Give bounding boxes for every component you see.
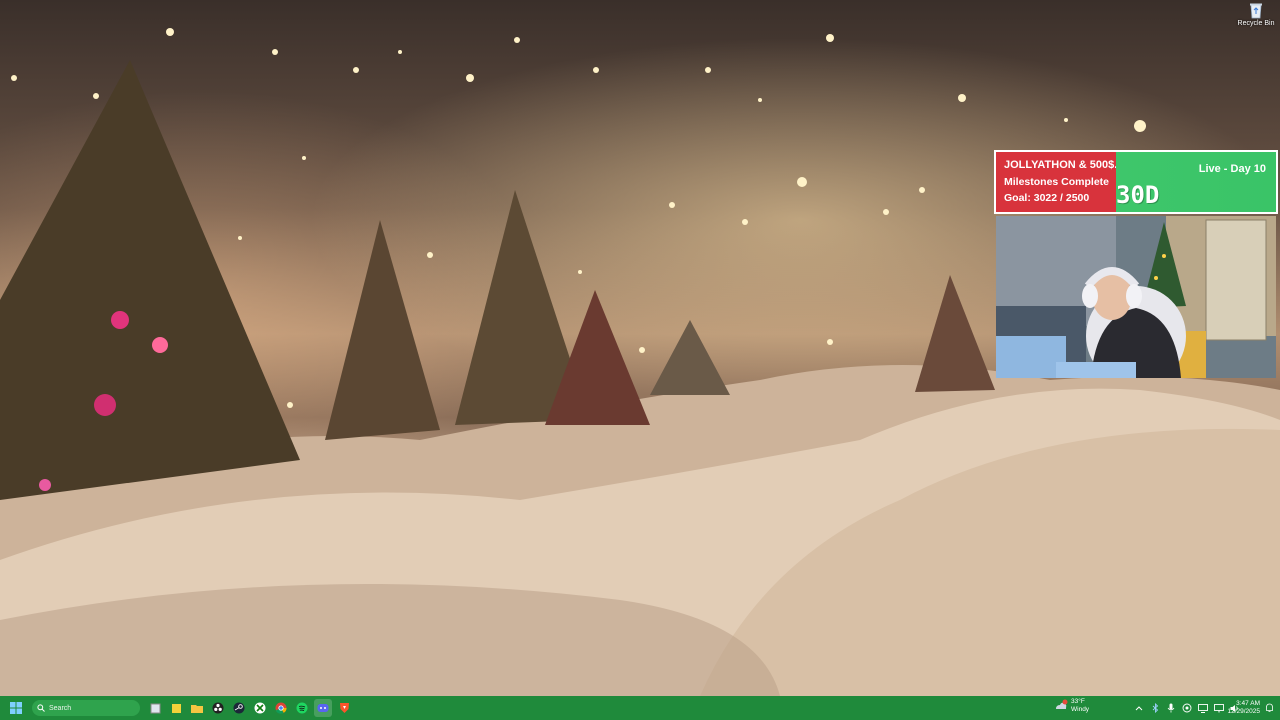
overlay-live-day: Live - Day 10 xyxy=(1198,163,1266,175)
spotify-icon xyxy=(296,702,308,714)
brave-icon xyxy=(339,703,349,713)
brave-button[interactable] xyxy=(335,699,353,717)
webcam-image xyxy=(996,216,1276,378)
weather-widget[interactable]: 33°F Windy xyxy=(1054,698,1089,714)
recycle-bin-icon xyxy=(1250,3,1262,19)
desktop-icon-recycle-bin[interactable]: Recycle Bin xyxy=(1236,2,1276,34)
discord-button[interactable] xyxy=(314,699,332,717)
steam-button[interactable] xyxy=(230,699,248,717)
chrome-button[interactable] xyxy=(272,699,290,717)
bluetooth-icon xyxy=(1152,703,1158,713)
task-view-icon xyxy=(150,703,160,713)
search-placeholder: Search xyxy=(49,704,72,712)
overlay-title: JOLLYATHON & 500$... xyxy=(1004,159,1124,171)
chevron-up-icon xyxy=(1135,706,1143,711)
taskbar: Search 33°F Windy 3:47 AM 12/29/2025 xyxy=(0,696,1280,720)
stream-goal-overlay: JOLLYATHON & 500$... Milestones Complete… xyxy=(994,150,1278,214)
display-button[interactable] xyxy=(1196,701,1210,715)
app-tray-icon xyxy=(1182,703,1192,713)
overlay-goal-panel: JOLLYATHON & 500$... Milestones Complete… xyxy=(996,152,1124,212)
sticky-notes-icon xyxy=(171,703,181,713)
task-view-button[interactable] xyxy=(146,699,164,717)
overlay-countdown-timer: 30D 04:17:49 xyxy=(1116,181,1232,212)
weather-condition: Windy xyxy=(1071,706,1090,713)
xbox-icon xyxy=(254,702,266,714)
webcam-feed xyxy=(996,216,1276,378)
steam-icon xyxy=(233,702,245,714)
pinned-apps xyxy=(146,699,356,717)
clock-date: 12/29/2025 xyxy=(1227,708,1260,715)
notifications-button[interactable] xyxy=(1262,701,1276,715)
weather-temp: 33°F xyxy=(1071,698,1085,705)
discord-icon xyxy=(317,704,329,712)
windows-start-icon xyxy=(10,702,22,714)
network-button[interactable] xyxy=(1212,701,1226,715)
xbox-button[interactable] xyxy=(251,699,269,717)
overlay-goal: Goal: 3022 / 2500 xyxy=(1004,192,1090,204)
overlay-timer-panel: Live - Day 10 30D 04:17:49 xyxy=(1116,152,1276,212)
microphone-icon xyxy=(1167,703,1175,713)
network-icon xyxy=(1214,703,1224,712)
obs-icon xyxy=(212,702,224,714)
microphone-button[interactable] xyxy=(1164,701,1178,715)
spotify-button[interactable] xyxy=(293,699,311,717)
app-tray-button[interactable] xyxy=(1180,701,1194,715)
start-button[interactable] xyxy=(6,698,26,718)
taskbar-clock[interactable]: 3:47 AM 12/29/2025 xyxy=(1226,700,1260,716)
desktop-icon-label: Recycle Bin xyxy=(1237,20,1275,27)
obs-button[interactable] xyxy=(209,699,227,717)
show-hidden-icons-button[interactable] xyxy=(1132,701,1146,715)
file-explorer-button[interactable] xyxy=(188,699,206,717)
display-icon xyxy=(1198,703,1208,713)
sticky-notes-button[interactable] xyxy=(167,699,185,717)
search-icon xyxy=(37,704,45,712)
bell-icon xyxy=(1265,703,1273,712)
clock-time: 3:47 AM xyxy=(1236,700,1260,707)
taskbar-search-box[interactable]: Search xyxy=(32,700,140,716)
overlay-milestones: Milestones Complete xyxy=(1004,175,1110,188)
chrome-icon xyxy=(275,702,287,714)
file-explorer-icon xyxy=(191,704,203,713)
bluetooth-button[interactable] xyxy=(1148,701,1162,715)
weather-alert-icon xyxy=(1056,699,1068,709)
